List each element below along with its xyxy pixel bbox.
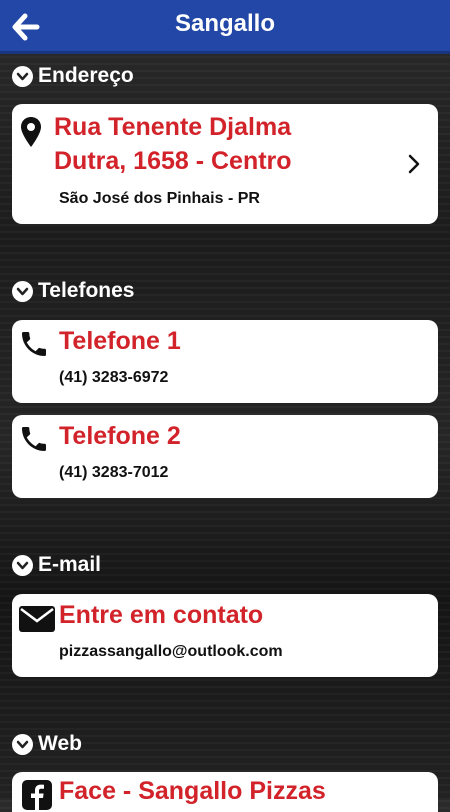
section-label: Web — [38, 732, 82, 755]
phone-icon — [22, 427, 46, 451]
map-pin-icon — [21, 117, 41, 147]
web-card[interactable]: Face - Sangallo Pizzas — [12, 772, 438, 812]
section-header-email[interactable]: E-mail — [12, 552, 101, 578]
phone-number: (41) 3283-6972 — [59, 369, 169, 386]
chevron-down-icon — [12, 65, 33, 87]
phone-card-2[interactable]: Telefone 2 (41) 3283-7012 — [12, 415, 438, 498]
phone-card-1[interactable]: Telefone 1 (41) 3283-6972 — [12, 320, 438, 403]
chevron-down-icon — [12, 554, 33, 576]
phone-title: Telefone 1 — [59, 327, 181, 355]
phone-title: Telefone 2 — [59, 422, 181, 450]
email-title: Entre em contato — [59, 601, 264, 629]
address-line-2: Dutra, 1658 - Centro — [54, 147, 292, 175]
section-label: Endereço — [38, 64, 134, 87]
section-header-address[interactable]: Endereço — [12, 63, 134, 89]
address-line-1: Rua Tenente Djalma — [54, 113, 292, 141]
section-label: E-mail — [38, 553, 102, 576]
section-label: Telefones — [38, 279, 135, 302]
email-card[interactable]: Entre em contato pizzassangallo@outlook.… — [12, 594, 438, 677]
page-title: Sangallo — [174, 10, 276, 37]
facebook-icon — [22, 780, 52, 810]
chevron-down-icon — [12, 280, 33, 302]
envelope-icon — [19, 606, 55, 632]
web-title: Face - Sangallo Pizzas — [59, 777, 326, 805]
phone-number: (41) 3283-7012 — [59, 464, 169, 481]
app-header: Sangallo — [0, 0, 450, 54]
email-address: pizzassangallo@outlook.com — [59, 643, 283, 660]
address-card[interactable]: Rua Tenente Djalma Dutra, 1658 - Centro … — [12, 104, 438, 224]
section-header-phones[interactable]: Telefones — [12, 278, 134, 304]
phone-icon — [22, 332, 46, 356]
address-city: São José dos Pinhais - PR — [59, 190, 260, 207]
section-header-web[interactable]: Web — [12, 731, 82, 757]
chevron-right-icon — [408, 154, 420, 174]
chevron-down-icon — [12, 733, 33, 755]
